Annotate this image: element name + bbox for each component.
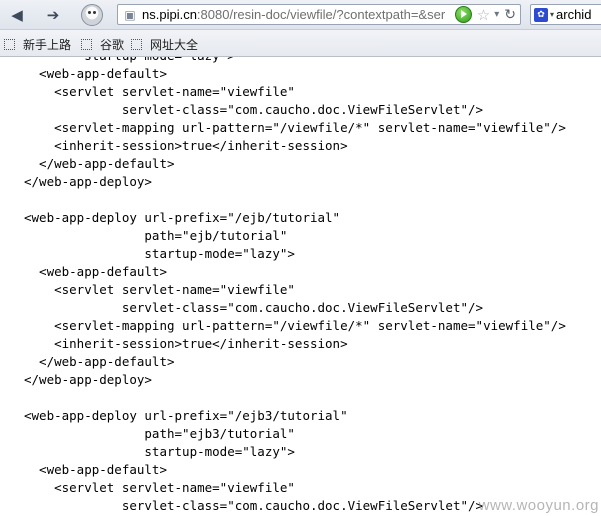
go-icon[interactable] <box>454 6 472 23</box>
bookmark-item[interactable]: 新手上路 <box>4 36 71 53</box>
forward-button[interactable]: ➔ <box>40 4 66 25</box>
code-line: </web-app-deploy> <box>24 174 152 189</box>
code-line: startup-mode="lazy"> <box>24 246 295 261</box>
search-input[interactable] <box>556 7 601 22</box>
history-dropdown-icon[interactable]: ▾ <box>494 9 499 20</box>
code-line: <web-app-default> <box>24 462 167 477</box>
bookmark-item[interactable]: 网址大全 <box>131 36 198 53</box>
search-bar[interactable]: ✿ ▾ <box>530 4 601 25</box>
page-icon: ▣ <box>124 7 136 22</box>
address-bar[interactable]: ▣ ns.pipi.cn:8080/resin-doc/viewfile/?co… <box>117 4 521 25</box>
bookmark-folder-icon <box>131 39 142 50</box>
code-line: <servlet-mapping url-pattern="/viewfile/… <box>24 318 566 333</box>
code-line: <web-app-deploy url-prefix="/ejb3/tutori… <box>24 408 348 423</box>
code-line: </web-app-default> <box>24 156 175 171</box>
bookmark-item[interactable]: 谷歌 <box>81 36 124 53</box>
user-profile-icon <box>81 4 103 26</box>
back-button[interactable]: ◀ <box>4 4 30 25</box>
url-path: :8080/resin-doc/viewfile/?contextpath=&s… <box>196 7 446 22</box>
bookmark-folder-icon <box>81 39 92 50</box>
code-line: path="ejb3/tutorial" <box>24 426 295 441</box>
code-line: path="ejb/tutorial" <box>24 228 288 243</box>
url-text[interactable]: ns.pipi.cn:8080/resin-doc/viewfile/?cont… <box>142 7 452 22</box>
code-line: <inherit-session>true</inherit-session> <box>24 336 348 351</box>
code-line: <web-app-default> <box>24 66 167 81</box>
code-line: servlet-class="com.caucho.doc.ViewFileSe… <box>24 300 484 315</box>
bookmark-label: 新手上路 <box>23 38 72 52</box>
code-line: servlet-class="com.caucho.doc.ViewFileSe… <box>24 102 484 117</box>
bookmark-label: 谷歌 <box>100 38 125 52</box>
code-line: <servlet servlet-name="viewfile" <box>24 282 295 297</box>
page-content: startup-mode="lazy"> <web-app-default> <… <box>0 57 601 516</box>
code-line: <web-app-deploy url-prefix="/ejb/tutoria… <box>24 210 341 225</box>
user-profile-button[interactable] <box>78 2 106 28</box>
code-line: </web-app-default> <box>24 354 175 369</box>
url-host: ns.pipi.cn <box>142 7 197 22</box>
forward-arrow-icon: ➔ <box>46 5 60 24</box>
code-line: <inherit-session>true</inherit-session> <box>24 138 348 153</box>
code-line: <servlet-mapping url-pattern="/viewfile/… <box>24 120 566 135</box>
code-line: <servlet servlet-name="viewfile" <box>24 84 295 99</box>
xml-source: startup-mode="lazy"> <web-app-default> <… <box>24 57 566 515</box>
watermark: www.wooyun.org <box>478 497 599 514</box>
code-line: startup-mode="lazy"> <box>24 444 295 459</box>
bookmarks-bar: 新手上路 谷歌 网址大全 <box>0 30 601 57</box>
bookmark-label: 网址大全 <box>150 38 199 52</box>
code-line: </web-app-deploy> <box>24 372 152 387</box>
code-line: <web-app-default> <box>24 264 167 279</box>
bookmark-star-icon[interactable]: ☆ <box>477 6 490 24</box>
code-line: startup-mode="lazy"> <box>24 57 566 65</box>
code-line: <servlet servlet-name="viewfile" <box>24 480 295 495</box>
reload-icon[interactable]: ↻ <box>504 7 516 23</box>
chevron-down-icon[interactable]: ▾ <box>550 10 554 19</box>
navigation-toolbar: ◀ ➔ ▣ ns.pipi.cn:8080/resin-doc/viewfile… <box>0 0 601 30</box>
bookmark-folder-icon <box>4 39 15 50</box>
back-arrow-icon: ◀ <box>11 5 23 24</box>
baidu-paw-icon[interactable]: ✿ <box>534 7 548 22</box>
